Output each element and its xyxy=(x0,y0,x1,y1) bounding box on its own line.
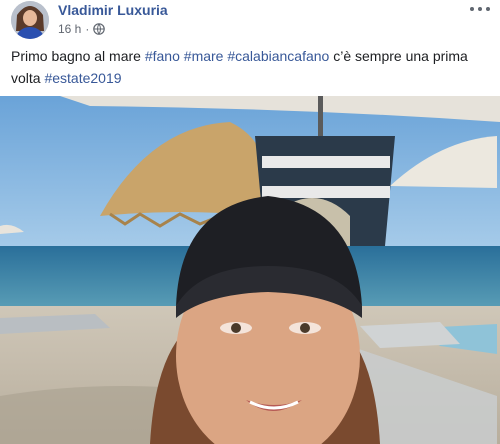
post-text: Primo bagno al mare #fano #mare #calabia… xyxy=(11,45,491,89)
hashtag-link[interactable]: #estate2019 xyxy=(44,70,121,86)
post-card: Vladimir Luxuria 16 h · Primo bagno al m… xyxy=(0,0,500,444)
hashtag-link[interactable]: #mare xyxy=(184,48,224,64)
meta-separator: · xyxy=(85,22,90,36)
post-header: Vladimir Luxuria 16 h · xyxy=(0,0,500,44)
globe-icon[interactable] xyxy=(93,23,106,35)
post-timestamp[interactable]: 16 h xyxy=(58,21,81,37)
menu-dot xyxy=(486,7,490,11)
hashtag-link[interactable]: #fano xyxy=(145,48,180,64)
menu-dot xyxy=(470,7,474,11)
post-meta: 16 h · xyxy=(58,21,106,37)
post-text-segment: Primo bagno al mare xyxy=(11,48,145,64)
post-photo[interactable] xyxy=(0,96,500,444)
author-name[interactable]: Vladimir Luxuria xyxy=(58,2,168,19)
more-options-icon[interactable] xyxy=(470,2,490,16)
hashtag-link[interactable]: #calabiancafano xyxy=(227,48,329,64)
menu-dot xyxy=(478,7,482,11)
author-avatar[interactable] xyxy=(11,1,49,39)
